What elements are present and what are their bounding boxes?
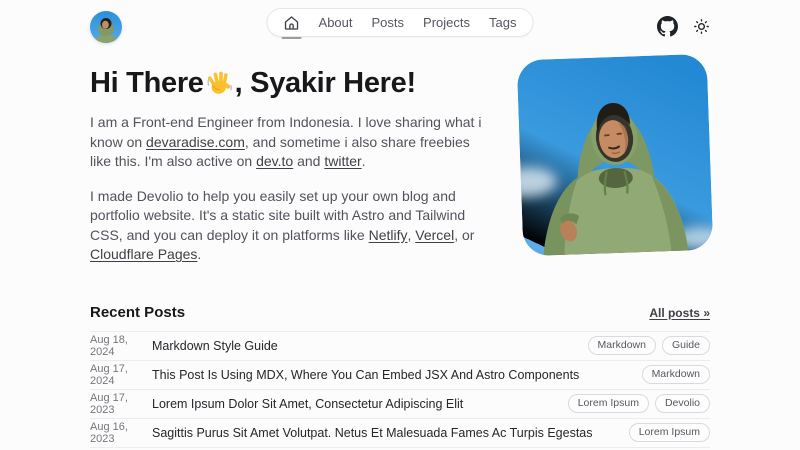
home-icon bbox=[284, 15, 300, 31]
github-icon bbox=[657, 16, 678, 37]
main-nav: About Posts Projects Tags bbox=[267, 8, 534, 37]
post-date: Aug 18, 2024 bbox=[90, 334, 142, 358]
nav-item-about[interactable]: About bbox=[319, 15, 353, 30]
post-tag-pill[interactable]: Markdown bbox=[642, 365, 710, 385]
hero-title-before: Hi There bbox=[90, 67, 204, 99]
post-tag-pill[interactable]: Lorem Ipsum bbox=[568, 394, 649, 414]
hero-section: Hi There , Syakir Here! I a bbox=[90, 57, 710, 280]
post-tags: Lorem Ipsum bbox=[629, 423, 710, 443]
hero-paragraph: I am a Front-end Engineer from Indonesia… bbox=[90, 113, 492, 172]
waving-hand-emoji bbox=[206, 69, 233, 96]
hero-paragraph: I made Devolio to help you easily set up… bbox=[90, 187, 492, 265]
post-tag-pill[interactable]: Guide bbox=[662, 336, 710, 356]
paragraph-text: , or bbox=[454, 227, 474, 243]
hero-photo bbox=[517, 54, 714, 257]
post-row: Aug 18, 2024 Markdown Style Guide Markdown… bbox=[90, 332, 710, 361]
hero-paragraphs: I am a Front-end Engineer from Indonesia… bbox=[90, 113, 494, 265]
post-tag-pill[interactable]: Markdown bbox=[588, 336, 656, 356]
post-tag-pill[interactable]: Lorem Ipsum bbox=[629, 423, 710, 443]
inline-link[interactable]: Vercel bbox=[415, 227, 454, 243]
post-list: Aug 18, 2024 Markdown Style Guide Markdown… bbox=[90, 331, 710, 450]
post-date: Aug 16, 2023 bbox=[90, 421, 142, 445]
inline-link[interactable]: Netlify bbox=[369, 227, 408, 243]
nav-item-posts[interactable]: Posts bbox=[372, 15, 405, 30]
nav-item-projects[interactable]: Projects bbox=[423, 15, 470, 30]
post-title-link[interactable]: Lorem Ipsum Dolor Sit Amet, Consectetur … bbox=[152, 397, 558, 411]
post-row: Aug 16, 2023 Sagittis Purus Sit Amet Volu… bbox=[90, 419, 710, 448]
site-header: About Posts Projects Tags bbox=[0, 0, 800, 46]
post-title-link[interactable]: This Post Is Using MDX, Where You Can Em… bbox=[152, 368, 632, 382]
paragraph-text: . bbox=[362, 153, 366, 169]
inline-link[interactable]: devaradise.com bbox=[146, 134, 245, 150]
paragraph-text: . bbox=[197, 246, 201, 262]
inline-link[interactable]: Cloudflare Pages bbox=[90, 246, 197, 262]
sun-icon bbox=[693, 18, 710, 35]
all-posts-link[interactable]: All posts » bbox=[649, 306, 710, 320]
post-date: Aug 17, 2023 bbox=[90, 392, 142, 416]
post-row: Aug 17, 2023 Lorem Ipsum Dolor Sit Amet, … bbox=[90, 390, 710, 419]
github-link[interactable] bbox=[657, 16, 678, 37]
avatar[interactable] bbox=[90, 11, 122, 43]
post-tags: Markdown Guide bbox=[588, 336, 710, 356]
post-row: Aug 17, 2024 This Post Is Using MDX, Wher… bbox=[90, 361, 710, 390]
nav-home[interactable] bbox=[284, 9, 300, 36]
avatar-photo bbox=[90, 11, 122, 43]
recent-posts-header: Recent Posts All posts » bbox=[90, 304, 710, 321]
nav-item-tags[interactable]: Tags bbox=[489, 15, 516, 30]
post-tags: Markdown bbox=[642, 365, 710, 385]
post-tag-pill[interactable]: Devolio bbox=[655, 394, 710, 414]
paragraph-text: and bbox=[293, 153, 324, 169]
post-title-link[interactable]: Sagittis Purus Sit Amet Volutpat. Netus … bbox=[152, 426, 619, 440]
nav-active-indicator bbox=[282, 37, 302, 40]
inline-link[interactable]: dev.to bbox=[256, 153, 293, 169]
inline-link[interactable]: twitter bbox=[324, 153, 361, 169]
hero-title: Hi There , Syakir Here! bbox=[90, 67, 494, 100]
hero-text: Hi There , Syakir Here! I a bbox=[90, 57, 494, 280]
post-date: Aug 17, 2024 bbox=[90, 363, 142, 387]
main-content: Hi There , Syakir Here! I a bbox=[90, 57, 710, 450]
header-actions bbox=[657, 16, 710, 37]
hero-title-after: , Syakir Here! bbox=[235, 67, 416, 99]
post-title-link[interactable]: Markdown Style Guide bbox=[152, 339, 578, 353]
post-tags: Lorem Ipsum Devolio bbox=[568, 394, 710, 414]
recent-posts-section: Recent Posts All posts » Aug 18, 2024 Mar… bbox=[90, 304, 710, 450]
recent-posts-title: Recent Posts bbox=[90, 304, 185, 321]
theme-toggle-button[interactable] bbox=[693, 18, 710, 35]
